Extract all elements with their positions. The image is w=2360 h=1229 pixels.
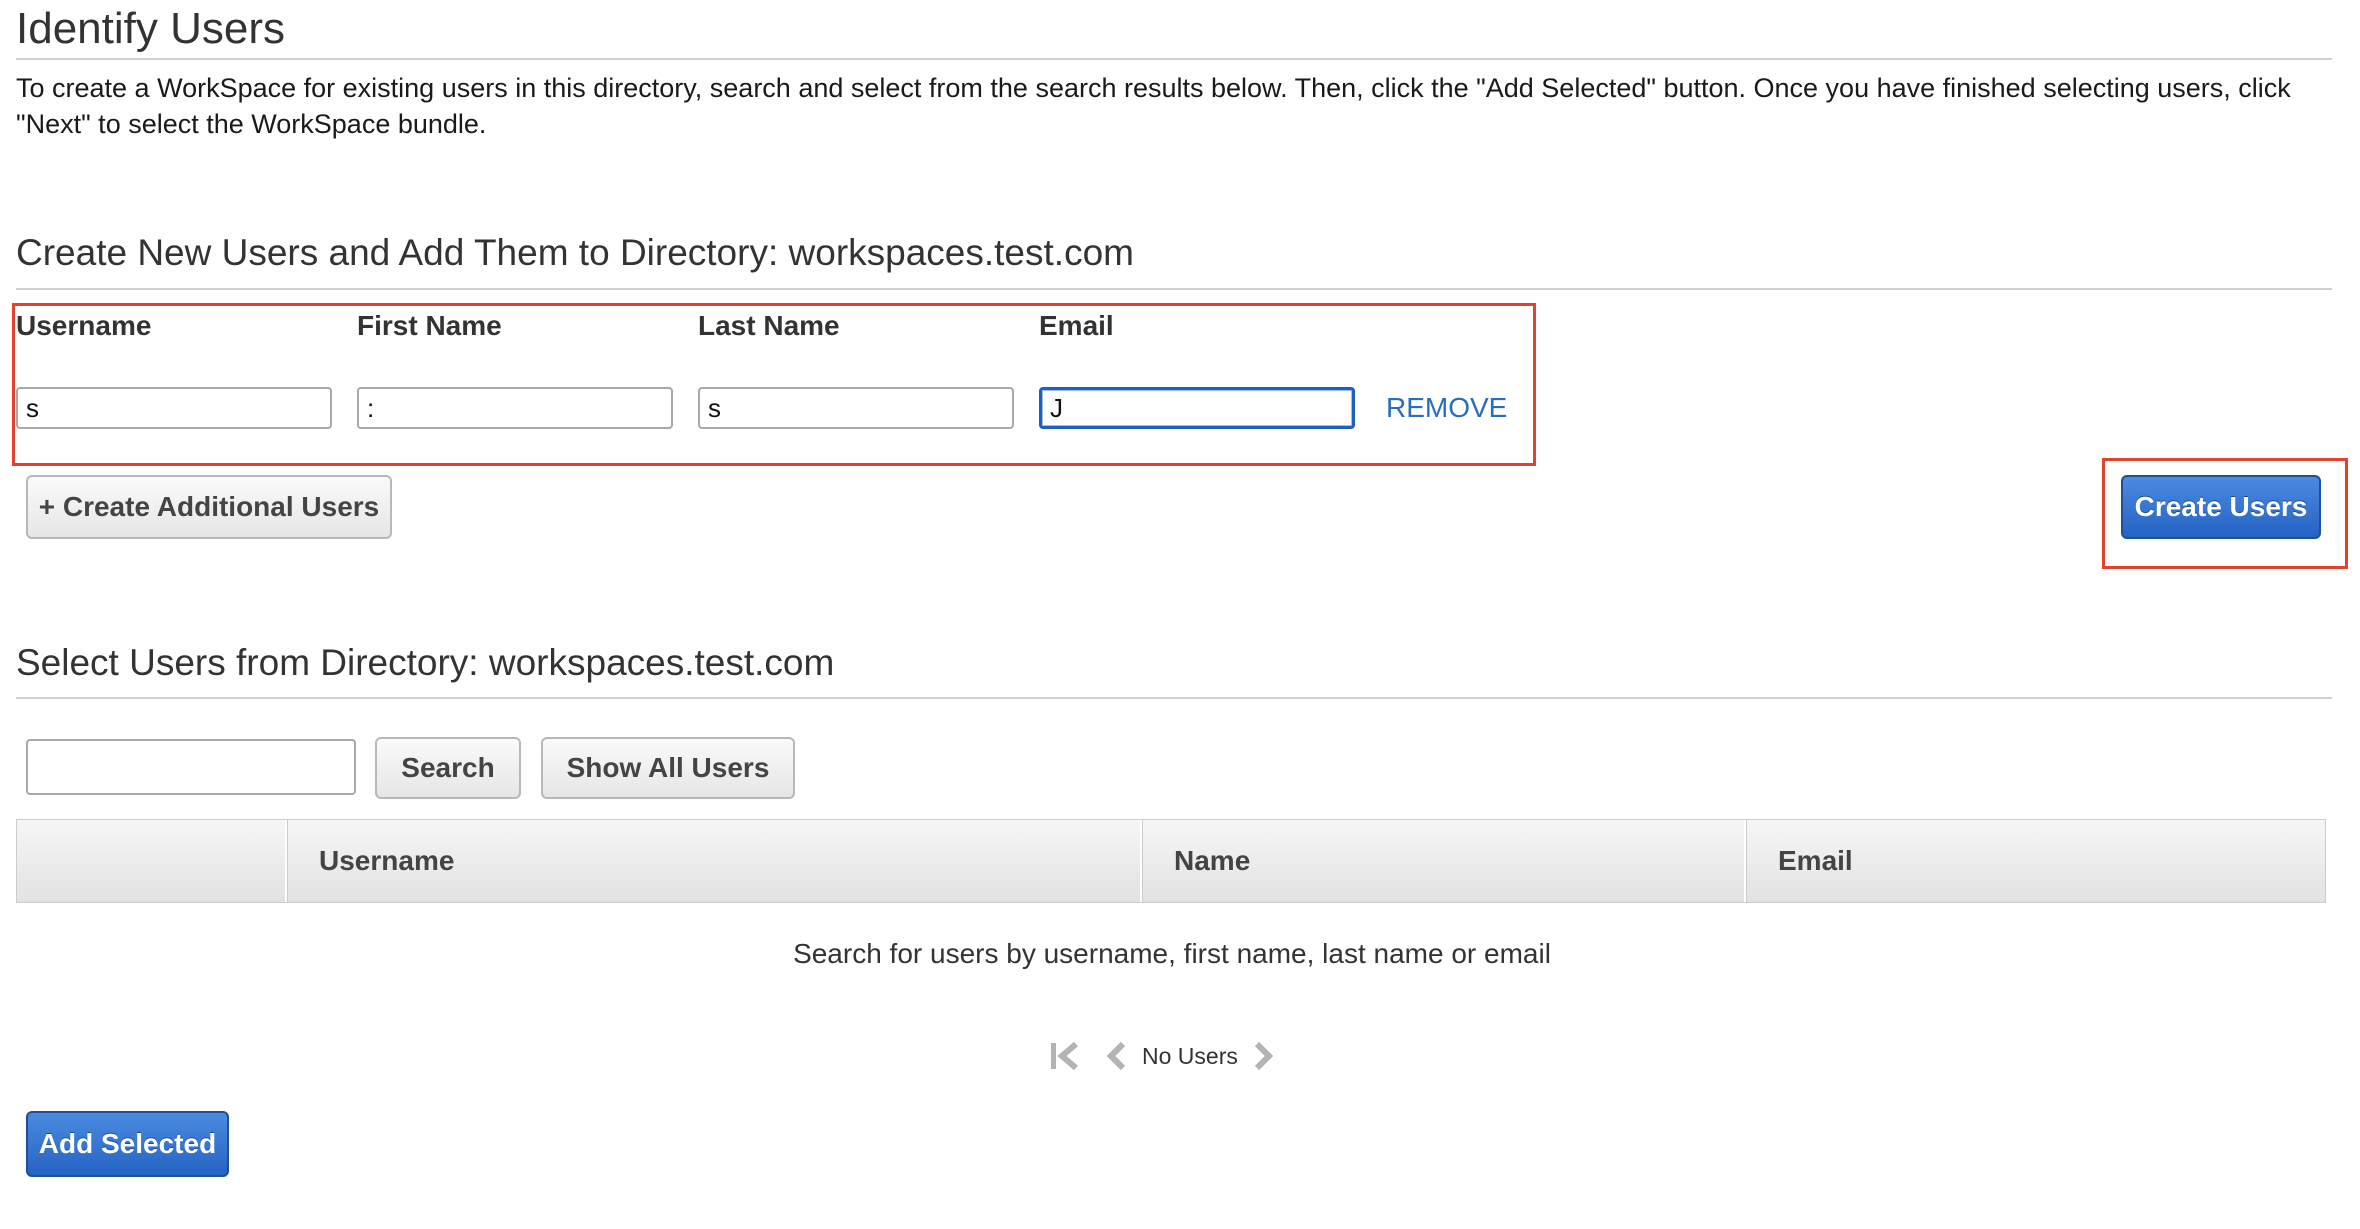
create-users-button[interactable]: Create Users [2121, 475, 2321, 539]
first-name-column-label: First Name [357, 310, 502, 341]
create-additional-users-button[interactable]: + Create Additional Users [26, 475, 392, 539]
email-field[interactable] [1039, 387, 1355, 429]
create-section-divider [16, 288, 2332, 290]
name-column-header[interactable]: Name [1142, 820, 1746, 902]
email-column-label: Email [1039, 310, 1114, 341]
empty-results-message: Search for users by username, first name… [793, 938, 1551, 969]
pagination: No Users [1048, 1038, 1274, 1074]
select-column-header [17, 820, 287, 902]
select-section-title: Select Users from Directory: workspaces.… [16, 642, 835, 683]
last-name-field[interactable] [698, 387, 1014, 429]
last-name-column-label: Last Name [698, 310, 840, 341]
add-selected-button[interactable]: Add Selected [26, 1111, 229, 1177]
page-title: Identify Users [16, 4, 285, 53]
users-table-header: Username Name Email [16, 819, 2326, 903]
title-divider [16, 58, 2332, 60]
search-button[interactable]: Search [375, 737, 521, 799]
intro-text: To create a WorkSpace for existing users… [16, 73, 2291, 139]
directory-search-input[interactable] [26, 739, 356, 795]
pager-status: No Users [1142, 1042, 1238, 1069]
username-column-header[interactable]: Username [287, 820, 1142, 902]
first-page-icon[interactable] [1048, 1040, 1084, 1072]
first-name-field[interactable] [357, 387, 673, 429]
chevron-right-icon[interactable] [1252, 1040, 1274, 1072]
remove-row-link[interactable]: REMOVE [1386, 387, 1507, 429]
email-column-header[interactable]: Email [1746, 820, 2325, 902]
select-section-divider [16, 697, 2332, 699]
create-section-title: Create New Users and Add Them to Directo… [16, 232, 1134, 273]
chevron-left-icon[interactable] [1106, 1040, 1128, 1072]
username-column-label: Username [16, 310, 152, 341]
show-all-users-button[interactable]: Show All Users [541, 737, 795, 799]
username-field[interactable] [16, 387, 332, 429]
